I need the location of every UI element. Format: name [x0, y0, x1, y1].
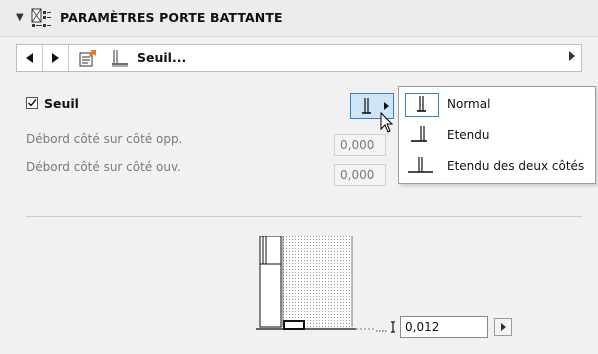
seuil-checkbox[interactable] — [26, 97, 38, 109]
panel-title: PARAMÈTRES PORTE BATTANTE — [60, 10, 283, 25]
settings-navigation-bar: Seuil... — [16, 44, 582, 72]
option-etendu-label: Etendu — [447, 128, 490, 142]
triangle-left-icon — [25, 53, 33, 63]
section-divider — [26, 216, 582, 217]
checkmark-icon — [28, 99, 37, 107]
option-etendu-deux-cotes-label: Etendu des deux côtés — [447, 159, 585, 173]
threshold-type-dropdown: Normal Etendu Etendu des deux côtés — [398, 86, 596, 184]
document-arrow-icon — [79, 50, 96, 67]
option-etendu-deux-cotes[interactable]: Etendu des deux côtés — [399, 151, 595, 182]
threshold-both-sides-icon — [405, 155, 439, 179]
threshold-height-arrow-button[interactable] — [494, 318, 512, 336]
triangle-right-icon — [51, 53, 59, 63]
option-etendu[interactable]: Etendu — [399, 120, 595, 151]
option-normal[interactable]: Normal — [399, 89, 595, 120]
page-list-button[interactable] — [73, 45, 103, 71]
debord-opp-label: Débord côté sur côté opp. — [26, 132, 183, 146]
panel-header[interactable]: ▼ PARAMÈTRES PORTE BATTANTE — [0, 0, 598, 37]
previous-button[interactable] — [17, 45, 43, 71]
threshold-height-input[interactable]: 0,012 — [400, 316, 488, 338]
triangle-right-icon[interactable] — [569, 51, 575, 61]
threshold-normal-icon — [405, 93, 439, 117]
threshold-preview — [256, 236, 374, 330]
threshold-icon — [112, 50, 128, 67]
current-section-label[interactable]: Seuil... — [137, 50, 186, 65]
debord-ouv-field: 0,000 — [334, 164, 386, 186]
debord-ouv-label: Débord côté sur côté ouv. — [26, 160, 181, 174]
next-button[interactable] — [43, 45, 69, 71]
door-settings-icon — [31, 8, 51, 27]
threshold-extended-icon — [405, 124, 439, 148]
mouse-cursor-icon — [380, 112, 394, 133]
triangle-down-icon[interactable]: ▼ — [16, 12, 24, 23]
height-dimension-icon — [376, 321, 395, 333]
option-normal-label: Normal — [447, 97, 491, 111]
debord-opp-field: 0,000 — [334, 134, 386, 156]
triangle-right-icon — [501, 323, 506, 331]
seuil-checkbox-label[interactable]: Seuil — [44, 96, 79, 111]
